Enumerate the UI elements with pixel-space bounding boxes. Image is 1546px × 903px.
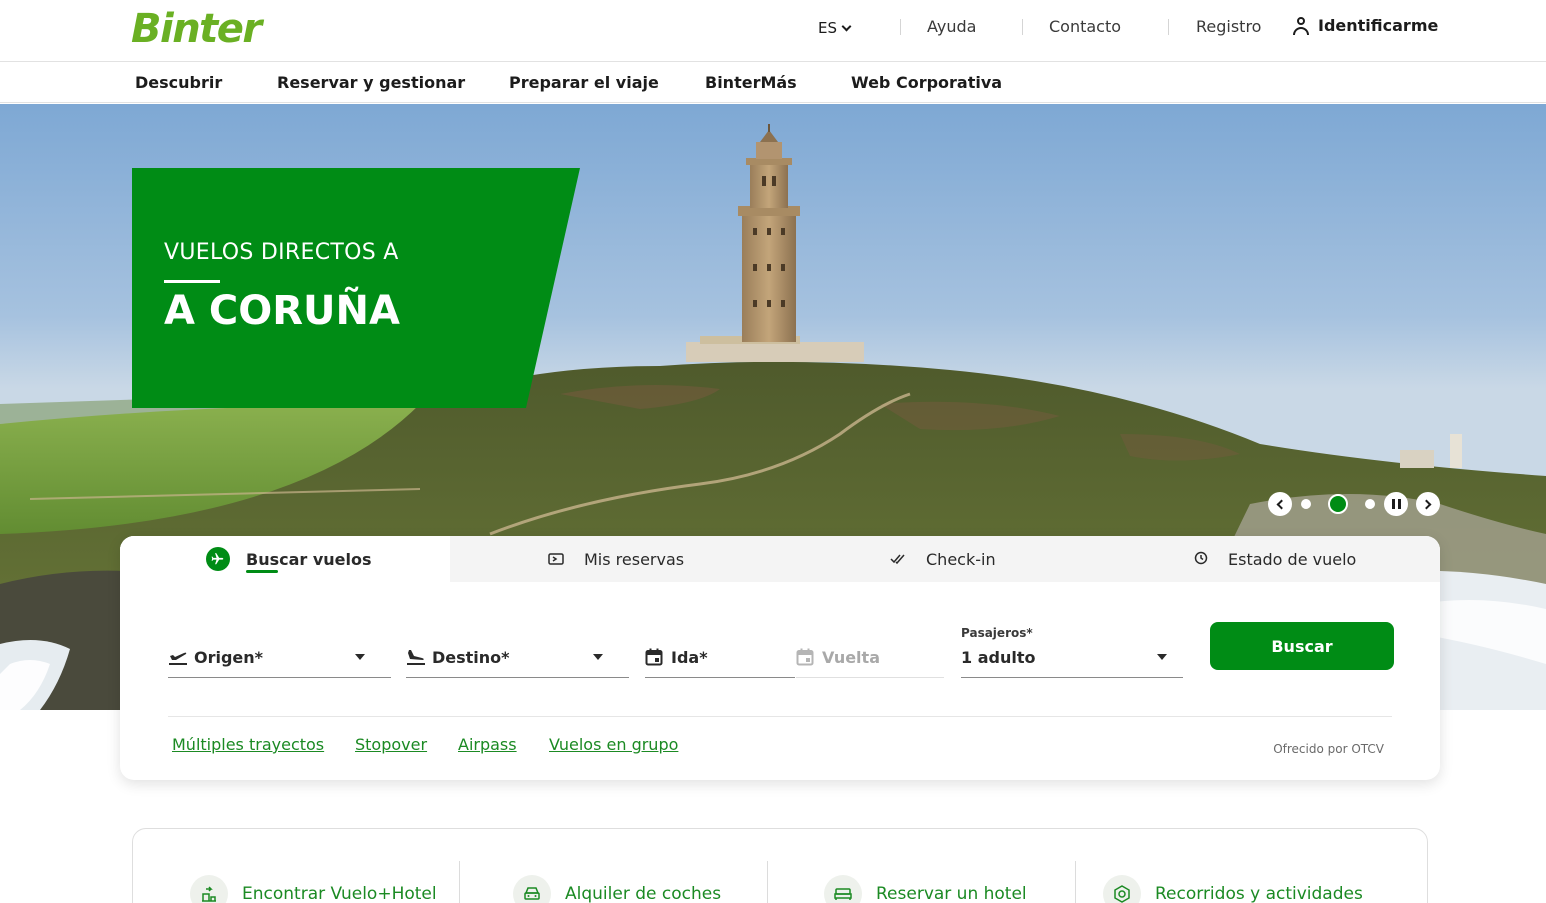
carousel-next-button[interactable]	[1416, 492, 1440, 516]
carousel-dot-3[interactable]	[1365, 499, 1375, 509]
departure-label: Ida*	[671, 648, 708, 667]
main-nav: Descubrir Reservar y gestionar Preparar …	[0, 63, 1546, 103]
nav-item-corporate[interactable]: Web Corporativa	[851, 73, 1002, 92]
nav-item-bintermas[interactable]: BinterMás	[705, 73, 797, 92]
login-button[interactable]: Identificarme	[1292, 16, 1438, 35]
plane-icon	[206, 547, 230, 571]
dropdown-arrow-icon	[355, 654, 365, 660]
divider	[1022, 19, 1023, 35]
bed-icon	[824, 875, 862, 903]
search-tabs: Buscar vuelos Mis reservas Check-in Esta…	[120, 536, 1440, 582]
ticket-icon	[548, 550, 564, 569]
divider	[168, 716, 1392, 717]
register-link[interactable]: Registro	[1196, 17, 1261, 36]
origin-label: Origen*	[194, 648, 264, 667]
user-icon	[1292, 16, 1310, 35]
car-icon	[513, 875, 551, 903]
language-selector[interactable]: ES	[818, 19, 852, 37]
return-label: Vuelta	[822, 648, 880, 667]
nav-item-discover[interactable]: Descubrir	[135, 73, 222, 92]
language-label: ES	[818, 19, 837, 37]
divider	[459, 861, 460, 903]
multi-trip-link[interactable]: Múltiples trayectos	[172, 735, 324, 754]
service-label: Alquiler de coches	[565, 884, 722, 903]
flight-hotel-icon	[190, 875, 228, 903]
pause-icon	[1391, 499, 1401, 509]
tab-label: Estado de vuelo	[1228, 549, 1357, 569]
carousel-pause-button[interactable]	[1384, 492, 1408, 516]
service-label: Encontrar Vuelo+Hotel	[242, 884, 437, 903]
active-tab-indicator	[246, 570, 278, 573]
landing-icon	[406, 648, 426, 670]
dropdown-arrow-icon	[1157, 654, 1167, 660]
divider	[1168, 19, 1169, 35]
calendar-icon	[645, 648, 663, 670]
tab-checkin[interactable]: Check-in	[890, 536, 996, 582]
services-bar: Encontrar Vuelo+Hotel Alquiler de coches…	[132, 828, 1428, 903]
passengers-field[interactable]: Pasajeros* 1 adulto	[961, 622, 1183, 678]
flight-search-panel: Buscar vuelos Mis reservas Check-in Esta…	[120, 536, 1440, 780]
offered-by-text: Ofrecido por OTCV	[1273, 742, 1384, 756]
divider	[767, 861, 768, 903]
destination-label: Destino*	[432, 648, 510, 667]
calendar-icon	[796, 648, 814, 670]
service-tours-activities[interactable]: Recorridos y actividades	[1103, 875, 1363, 903]
binter-logo[interactable]: Binter	[131, 6, 262, 52]
nav-item-prepare-trip[interactable]: Preparar el viaje	[509, 73, 659, 92]
service-flight-hotel[interactable]: Encontrar Vuelo+Hotel	[190, 875, 437, 903]
airpass-link[interactable]: Airpass	[458, 735, 517, 754]
group-flights-link[interactable]: Vuelos en grupo	[549, 735, 678, 754]
carousel-prev-button[interactable]	[1268, 492, 1292, 516]
contact-link[interactable]: Contacto	[1049, 17, 1121, 36]
chevron-left-icon	[1276, 499, 1287, 509]
service-car-rental[interactable]: Alquiler de coches	[513, 875, 721, 903]
service-label: Recorridos y actividades	[1155, 884, 1363, 903]
promo-title: A CORUÑA	[164, 288, 400, 334]
tab-flight-status[interactable]: Estado de vuelo	[1194, 536, 1356, 582]
tab-my-bookings[interactable]: Mis reservas	[548, 536, 684, 582]
activities-icon	[1103, 875, 1141, 903]
search-button[interactable]: Buscar	[1210, 622, 1394, 670]
nav-item-book-manage[interactable]: Reservar y gestionar	[277, 73, 465, 92]
passengers-label: Pasajeros*	[961, 626, 1033, 640]
promo-card[interactable]: VUELOS DIRECTOS A A CORUÑA	[132, 168, 580, 408]
carousel-dot-1[interactable]	[1301, 499, 1311, 509]
carousel-dot-2[interactable]	[1328, 494, 1348, 514]
promo-divider	[164, 280, 220, 283]
divider	[1075, 861, 1076, 903]
divider	[900, 19, 901, 35]
tab-search-flights[interactable]: Buscar vuelos	[120, 536, 450, 582]
takeoff-icon	[168, 648, 188, 670]
destination-field[interactable]: Destino*	[406, 622, 629, 678]
chevron-down-icon	[841, 21, 852, 31]
stopover-link[interactable]: Stopover	[355, 735, 427, 754]
help-link[interactable]: Ayuda	[927, 17, 976, 36]
passengers-value: 1 adulto	[961, 648, 1036, 667]
clock-icon	[1194, 550, 1208, 569]
login-label: Identificarme	[1318, 16, 1439, 35]
tab-label: Check-in	[926, 549, 996, 569]
tab-label: Buscar vuelos	[246, 549, 372, 569]
dropdown-arrow-icon	[593, 654, 603, 660]
departure-date-field[interactable]: Ida*	[645, 622, 795, 678]
double-check-icon	[890, 550, 906, 569]
origin-field[interactable]: Origen*	[168, 622, 391, 678]
service-hotel[interactable]: Reservar un hotel	[824, 875, 1027, 903]
return-date-field[interactable]: Vuelta	[796, 622, 944, 678]
tab-label: Mis reservas	[584, 549, 685, 569]
chevron-right-icon	[1421, 499, 1432, 509]
service-label: Reservar un hotel	[876, 884, 1027, 903]
top-bar: Binter ES Ayuda Contacto Registro Identi…	[0, 0, 1546, 62]
promo-subtitle: VUELOS DIRECTOS A	[164, 240, 399, 265]
